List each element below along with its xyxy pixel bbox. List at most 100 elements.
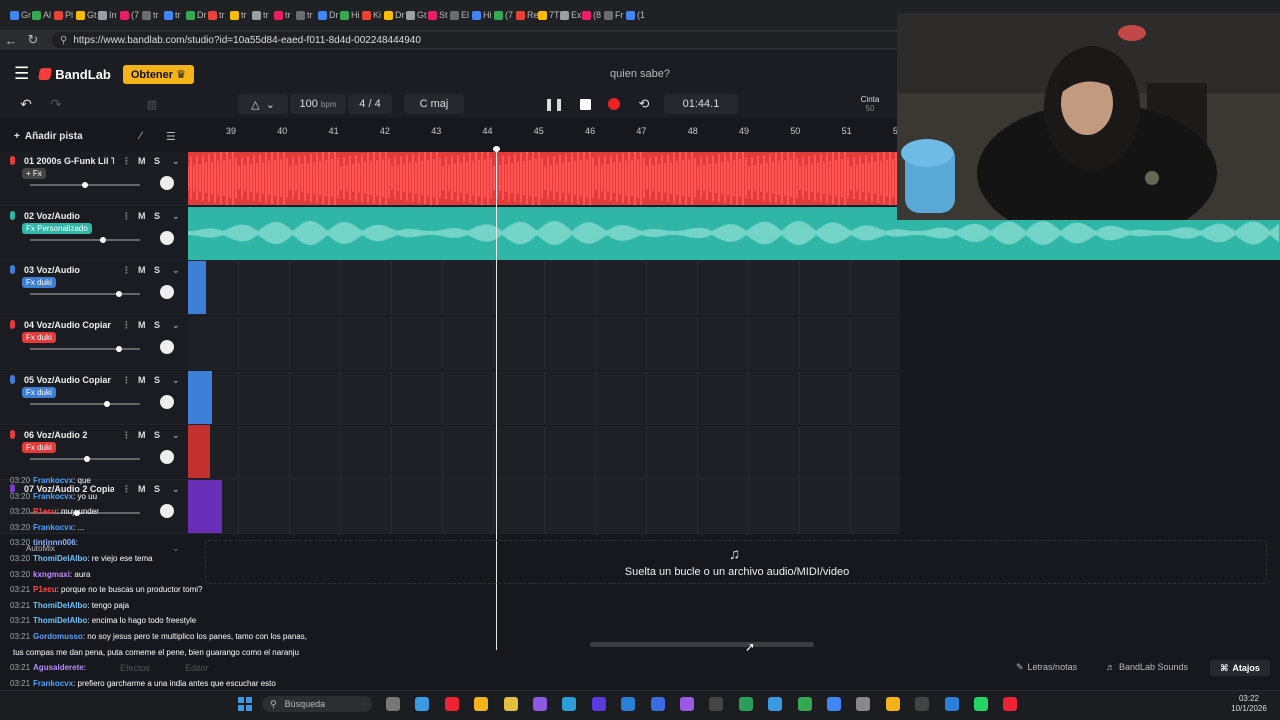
undo-icon[interactable]: ↶	[16, 94, 36, 114]
browser-tab[interactable]: Fr	[604, 4, 626, 26]
browser-tab[interactable]: Ex	[560, 4, 582, 26]
capcut-icon[interactable]	[915, 697, 930, 711]
song-title[interactable]: quien sabe?	[560, 68, 720, 80]
settings-icon[interactable]	[856, 697, 871, 711]
atajos-button[interactable]: ⌘ Atajos	[1210, 660, 1270, 676]
discord-icon[interactable]	[591, 697, 606, 711]
browser-tab[interactable]: El	[450, 4, 472, 26]
taskbar-search[interactable]: ⚲ Búsqueda	[262, 696, 372, 712]
outlook-icon[interactable]	[944, 697, 959, 711]
region-voz-audio-05[interactable]	[188, 371, 212, 424]
track-lane[interactable]	[188, 261, 900, 316]
browser-tab[interactable]: Dr	[186, 4, 208, 26]
redo-icon[interactable]: ↷	[46, 94, 66, 114]
browser-tab[interactable]: Hi	[340, 4, 362, 26]
app-icon[interactable]	[1003, 697, 1018, 711]
browser-tab[interactable]: Dr	[318, 4, 340, 26]
chrome-icon[interactable]	[827, 697, 841, 711]
track-lane[interactable]	[188, 316, 900, 371]
chat-text: : no soy jesus pero te multiplico los pa…	[82, 632, 307, 641]
reload-icon[interactable]: ↻	[22, 30, 44, 50]
panel-icon[interactable]: ▥	[144, 94, 160, 114]
browser-tab[interactable]: (7	[120, 4, 142, 26]
cinta-button[interactable]: Cinta 50	[850, 94, 890, 114]
time-signature[interactable]: 4 / 4	[348, 94, 392, 114]
browser-tab-label: Gt	[417, 10, 427, 20]
app-grid-icon[interactable]	[680, 697, 694, 711]
bandlab-sounds-button[interactable]: ♬ BandLab Sounds	[1106, 662, 1188, 672]
metronome-button[interactable]: △ ⌄	[238, 94, 288, 114]
files-icon[interactable]	[885, 697, 900, 711]
chat-username: Agusalderete	[33, 663, 84, 673]
opera-icon[interactable]	[444, 697, 459, 711]
browser-tab[interactable]: tr	[274, 4, 296, 26]
stop-button[interactable]	[575, 94, 595, 114]
browser-tab-label: Ki	[373, 10, 382, 20]
chrome-icon[interactable]	[797, 697, 812, 711]
browser-tab[interactable]: (1	[626, 4, 648, 26]
browser-tab[interactable]: Gt	[76, 4, 98, 26]
url-field[interactable]: ⚲ https://www.bandlab.com/studio?id=10a5…	[52, 32, 902, 48]
whatsapp-icon[interactable]	[974, 697, 988, 711]
browser-tab[interactable]: tr	[208, 4, 230, 26]
browser-tab[interactable]: tr	[164, 4, 186, 26]
wand-icon[interactable]: ⁄	[140, 130, 142, 142]
notepad-icon[interactable]	[768, 697, 783, 711]
system-clock[interactable]: 03:22 10/1/2026	[1226, 694, 1272, 714]
chat-text: :	[75, 538, 78, 548]
region-voz-audio-06[interactable]	[188, 425, 210, 478]
task-view-icon[interactable]	[386, 697, 400, 711]
vscode-icon[interactable]	[621, 697, 636, 711]
browser-tab[interactable]: Hi	[472, 4, 494, 26]
track-lane[interactable]	[188, 425, 900, 480]
browser-tab[interactable]: tr	[230, 4, 252, 26]
add-track-button[interactable]: + Añadir pista	[14, 131, 83, 142]
back-icon[interactable]: ←	[0, 30, 22, 50]
browser-tab-label: St	[439, 10, 448, 20]
browser-tab[interactable]: St	[428, 4, 450, 26]
browser-tab[interactable]: In	[98, 4, 120, 26]
record-button[interactable]	[604, 94, 624, 114]
tab-favicon-icon	[76, 10, 85, 20]
pause-icon[interactable]: ❚❚	[544, 94, 564, 114]
hamburger-menu-icon[interactable]: ☰	[14, 64, 29, 84]
loop-icon[interactable]: ⟲	[634, 94, 654, 114]
region-g-funk-01[interactable]	[187, 150, 900, 206]
browser-tab[interactable]: (8	[582, 4, 604, 26]
browser-tab[interactable]: tr	[296, 4, 318, 26]
letras-notas-button[interactable]: ✎ Letras/notas	[1016, 662, 1077, 673]
widgets-icon[interactable]	[415, 697, 430, 711]
playhead-handle[interactable]	[493, 146, 500, 152]
settings-sliders-icon[interactable]: ☰	[166, 130, 176, 143]
browser-tab[interactable]: Re	[516, 4, 538, 26]
obtener-button[interactable]: Obtener ♛	[122, 64, 194, 84]
browser-tab[interactable]: Ki	[362, 4, 384, 26]
folder-icon[interactable]	[503, 697, 518, 711]
file-explorer-icon[interactable]	[474, 697, 489, 711]
browser-tab[interactable]: (7	[494, 4, 516, 26]
browser-tab[interactable]: 7T	[538, 4, 560, 26]
ccleaner-icon[interactable]	[650, 697, 665, 711]
site-info-icon[interactable]: ⚲	[60, 35, 67, 46]
ruler-tick-label: 46	[585, 126, 596, 136]
pen-icon[interactable]	[533, 697, 547, 711]
chrome-icon[interactable]	[738, 697, 753, 711]
bpm-field[interactable]: 100 bpm	[290, 94, 346, 114]
browser-tab[interactable]: Pl	[54, 4, 76, 26]
browser-tab[interactable]: Al	[32, 4, 54, 26]
horizontal-scrollbar[interactable]	[590, 642, 814, 647]
browser-tab[interactable]: tr	[142, 4, 164, 26]
music-note-icon: ♫	[729, 546, 741, 563]
browser-tab[interactable]: Gr	[10, 4, 32, 26]
browser-tab[interactable]: Dr	[384, 4, 406, 26]
track-lane[interactable]	[188, 370, 900, 425]
windows-start-icon[interactable]	[238, 697, 252, 711]
region-voz-audio-03[interactable]	[188, 261, 206, 314]
key-selector[interactable]: C maj	[404, 94, 464, 114]
terminal-icon[interactable]	[709, 697, 724, 711]
browser-tab[interactable]: tr	[252, 4, 274, 26]
timeline-ruler[interactable]: 3940414243444546474849505152	[190, 126, 903, 140]
browser-tab[interactable]: Gt	[406, 4, 428, 26]
bandlab-logo[interactable]: BandLab	[38, 67, 111, 82]
edge-icon[interactable]	[562, 697, 577, 711]
